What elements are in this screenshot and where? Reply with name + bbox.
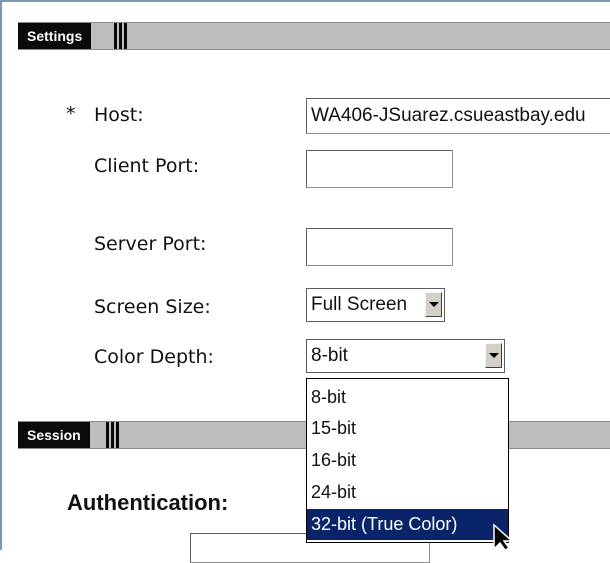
color-depth-option[interactable]: 16-bit	[307, 445, 508, 476]
window-frame	[0, 0, 610, 550]
section-bar-stripes	[114, 23, 128, 49]
color-depth-label: Color Depth:	[94, 346, 214, 368]
screen-size-select[interactable]: Full Screen	[306, 288, 445, 322]
host-input[interactable]: WA406-JSuarez.csueastbay.edu	[306, 98, 610, 134]
authentication-heading: Authentication:	[67, 490, 229, 515]
host-label: Host:	[94, 104, 144, 126]
color-depth-selected: 8-bit	[311, 345, 348, 366]
screen-size-label: Screen Size:	[94, 296, 211, 318]
host-input-value: WA406-JSuarez.csueastbay.edu	[311, 105, 586, 126]
client-port-label: Client Port:	[94, 155, 200, 177]
client-port-input[interactable]	[306, 150, 453, 188]
color-depth-select[interactable]: 8-bit	[306, 339, 505, 373]
chevron-down-icon[interactable]	[425, 292, 442, 317]
required-asterisk: *	[66, 103, 76, 125]
color-depth-option[interactable]: 8-bit	[307, 382, 508, 413]
color-depth-options-list[interactable]: 8-bit 15-bit 16-bit 24-bit 32-bit (True …	[306, 378, 509, 543]
settings-section-title: Settings	[18, 23, 92, 49]
color-depth-option[interactable]: 15-bit	[307, 413, 508, 444]
color-depth-option[interactable]: 24-bit	[307, 477, 508, 508]
server-port-label: Server Port:	[94, 233, 207, 255]
settings-section-bar: Settings	[18, 22, 610, 50]
screen-size-selected: Full Screen	[311, 294, 408, 315]
color-depth-option-selected[interactable]: 32-bit (True Color)	[307, 509, 508, 540]
section-bar-stripes	[106, 422, 120, 448]
server-port-input[interactable]	[306, 228, 453, 266]
session-section-title: Session	[18, 422, 90, 448]
chevron-down-icon[interactable]	[485, 343, 502, 368]
mouse-pointer-icon	[493, 523, 514, 551]
